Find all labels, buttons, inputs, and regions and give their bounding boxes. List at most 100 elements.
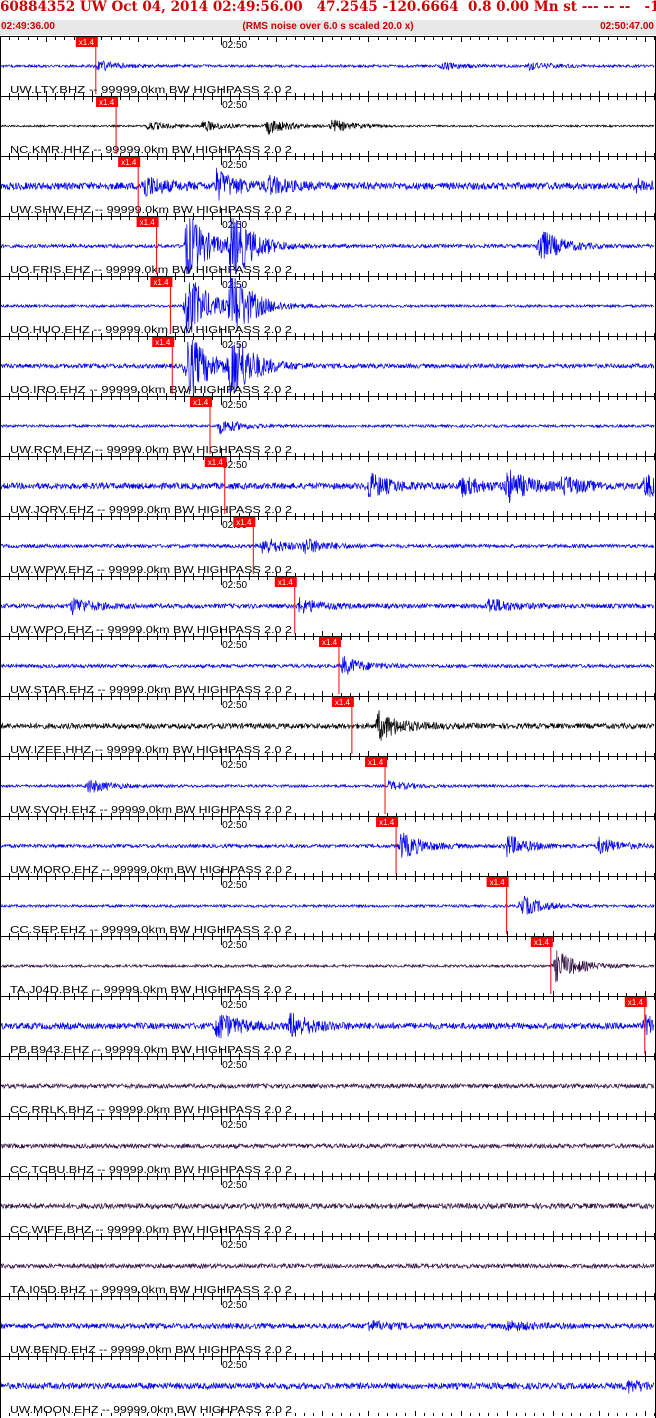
waveform [0, 420, 655, 435]
trace-row: 02:50 TA.I05D.BHZ -- 99999.0km BW HIGHPAS… [0, 1236, 656, 1296]
trace-row: 02:50UW.JORV.EHZ -- 99999.0km BW HIGHPAS… [0, 456, 656, 516]
trace-row: 02:50 UW.SHW.EHZ -- 99999.0km BW HIGHPASS… [0, 156, 656, 216]
waveform [0, 950, 655, 983]
station-label: UW.SHW.EHZ -- 99999.0km BW HIGHPASS 2.0 … [10, 205, 293, 216]
waveform [0, 655, 655, 675]
end-time: 02:50:47.00 [600, 21, 654, 32]
waveform [0, 779, 655, 793]
station-label: UO.FRIS.EHZ -- 99999.0km BW HIGHPASS 2.0… [10, 265, 293, 276]
pick-label: x1.4 [153, 278, 169, 287]
pick-label: x1.4 [121, 158, 137, 167]
pick-label: x1.4 [322, 638, 338, 647]
tick-label: 02:50 [222, 1240, 247, 1251]
pick-label: x1.4 [79, 38, 95, 47]
tick-label: 02:50 [222, 640, 247, 651]
tick-label: 02:50 [222, 400, 247, 411]
trace-row: 02:50 NC.KMR.HHZ -- 99999.0km BW HIGHPASS… [0, 96, 656, 156]
station-label: TA.J04D.BHZ -- 99999.0km BW HIGHPASS 2.0… [10, 985, 293, 996]
seismogram-plot: 02:50 UW.LTY.BHZ -- 99999.0km BW HIGHPASS… [0, 36, 656, 1418]
trace-row: 02:50 PB.B943.EHZ -- 99999.0km BW HIGHPAS… [0, 996, 656, 1056]
pick-label: x1.4 [155, 338, 171, 347]
waveform [0, 469, 655, 504]
station-label: UO.IRO.EHZ -- 99999.0km BW HIGHPASS 2.0 … [10, 385, 293, 396]
trace-row: 02:50UO.IRO.EHZ -- 99999.0km BW HIGHPASS… [0, 336, 656, 396]
trace-row: 02:50 CC.RRLK.BHZ -- 99999.0km BW HIGHPAS… [0, 1056, 656, 1116]
station-label: UW.STAR.EHZ -- 99999.0km BW HIGHPASS 2.0… [10, 685, 293, 696]
start-time: 02:49:36.00 [1, 21, 55, 32]
tick-label: 02:50 [222, 1180, 247, 1191]
waveform [0, 895, 655, 915]
tick-label: 02:50 [222, 580, 247, 591]
pick-label: x1.4 [368, 758, 384, 767]
station-label: UW.JORV.EHZ -- 99999.0km BW HIGHPASS 2.0… [10, 505, 293, 516]
time-bar: (RMS noise over 6.0 s scaled 20.0 x) 02:… [0, 20, 656, 35]
pick-label: x1.4 [278, 578, 294, 587]
trace-row: 02:50 UW.BEND.EHZ -- 99999.0km BW HIGHPAS… [0, 1296, 656, 1356]
waveform [0, 60, 655, 72]
pick-label: x1.4 [379, 818, 395, 827]
pick-label: x1.4 [193, 398, 209, 407]
tick-label: 02:50 [222, 880, 247, 891]
tick-label: 02:50 [222, 1060, 247, 1071]
waveform [0, 832, 655, 858]
station-label: CC.TCBU.BHZ -- 99999.0km BW HIGHPASS 2.0… [10, 1165, 293, 1176]
station-label: UW.SVOH.EHZ -- 99999.0km BW HIGHPASS 2.0… [10, 805, 293, 816]
tick-label: 02:50 [222, 40, 247, 51]
trace-row: 02:50 UW.WPO.EHZ -- 99999.0km BW HIGHPASS… [0, 576, 656, 636]
station-label: UW.BEND.EHZ -- 99999.0km BW HIGHPASS 2.0… [10, 1345, 293, 1356]
waveform [0, 1262, 655, 1270]
trace-row: 02:50UO.FRIS.EHZ -- 99999.0km BW HIGHPAS… [0, 216, 656, 276]
pick-label: x1.4 [99, 98, 115, 107]
waveform [0, 1142, 655, 1150]
tick-label: 02:50 [222, 940, 247, 951]
station-label: TA.I05D.BHZ -- 99999.0km BW HIGHPASS 2.0… [10, 1285, 293, 1296]
station-label: UW.MORO.EHZ -- 99999.0km BW HIGHPASS 2.0… [10, 865, 293, 876]
station-label: NC.KMR.HHZ -- 99999.0km BW HIGHPASS 2.0 … [10, 145, 293, 156]
tick-label: 02:50 [222, 160, 247, 171]
waveform [0, 1379, 655, 1394]
trace-row: 02:50 UW.STAR.EHZ -- 99999.0km BW HIGHPAS… [0, 636, 656, 696]
trace-row: 02:50 UW.RCM.EHZ -- 99999.0km BW HIGHPASS… [0, 396, 656, 456]
waveform [0, 1319, 655, 1332]
pick-label: x1.4 [140, 218, 156, 227]
waveform [0, 538, 655, 555]
tick-label: 02:50 [222, 1120, 247, 1131]
trace-row: 02:50 UW.MORO.EHZ -- 99999.0km BW HIGHPAS… [0, 816, 656, 876]
waveform [0, 1082, 655, 1090]
station-label: UW.MOON.EHZ -- 99999.0km BW HIGHPASS 2.0… [10, 1405, 293, 1416]
trace-row: 02:50 UW.MOON.EHZ -- 99999.0km BW HIGHPAS… [0, 1356, 656, 1416]
tick-label: 02:50 [222, 700, 247, 711]
station-label: UO.HUO.EHZ -- 99999.0km BW HIGHPASS 2.0 … [10, 325, 293, 336]
pick-label: x1.4 [236, 518, 252, 527]
trace-row: 02:50 CC.SEP.EHZ -- 99999.0km BW HIGHPASS… [0, 876, 656, 936]
trace-row: 02:50 UW.LTY.BHZ -- 99999.0km BW HIGHPASS… [0, 36, 656, 96]
tick-label: 02:50 [222, 100, 247, 111]
pick-label: x1.4 [628, 998, 644, 1007]
station-label: PB.B943.EHZ -- 99999.0km BW HIGHPASS 2.0… [10, 1045, 293, 1056]
station-label: CC.SEP.EHZ -- 99999.0km BW HIGHPASS 2.0 … [10, 925, 293, 936]
trace-row: 02:50UW.WPW.EHZ -- 99999.0km BW HIGHPASS… [0, 516, 656, 576]
station-label: UW.RCM.EHZ -- 99999.0km BW HIGHPASS 2.0 … [10, 445, 293, 456]
tick-label: 02:50 [222, 1300, 247, 1311]
waveform [0, 710, 655, 741]
pick-label: x1.4 [335, 698, 351, 707]
event-title: 60884352 UW Oct 04, 2014 02:49:56.00 47.… [0, 0, 656, 19]
station-label: CC.RRLK.BHZ -- 99999.0km BW HIGHPASS 2.0… [10, 1105, 293, 1116]
station-label: UW.LTY.BHZ -- 99999.0km BW HIGHPASS 2.0 … [10, 85, 293, 96]
tick-label: 02:50 [222, 820, 247, 831]
seismogram-header: 60884352 UW Oct 04, 2014 02:49:56.00 47.… [0, 0, 656, 36]
station-label: UW.WPO.EHZ -- 99999.0km BW HIGHPASS 2.0 … [10, 625, 293, 636]
trace-row: 02:50 CC.TCBU.BHZ -- 99999.0km BW HIGHPAS… [0, 1116, 656, 1176]
trace-row: 02:50 UW.SVOH.EHZ -- 99999.0km BW HIGHPAS… [0, 756, 656, 816]
trace-row: 02:50 CC.WIFE.BHZ -- 99999.0km BW HIGHPAS… [0, 1176, 656, 1236]
pick-label: x1.4 [208, 458, 224, 467]
station-label: CC.WIFE.BHZ -- 99999.0km BW HIGHPASS 2.0… [10, 1225, 293, 1236]
pick-label: x1.4 [490, 878, 506, 887]
rms-note: (RMS noise over 6.0 s scaled 20.0 x) [242, 21, 414, 32]
trace-row: 02:50UO.HUO.EHZ -- 99999.0km BW HIGHPASS… [0, 276, 656, 336]
waveform [0, 167, 655, 201]
waveform [0, 597, 655, 616]
pick-label: x1.4 [534, 938, 550, 947]
trace-row: 02:50 TA.J04D.BHZ -- 99999.0km BW HIGHPAS… [0, 936, 656, 996]
waveform [0, 119, 655, 135]
